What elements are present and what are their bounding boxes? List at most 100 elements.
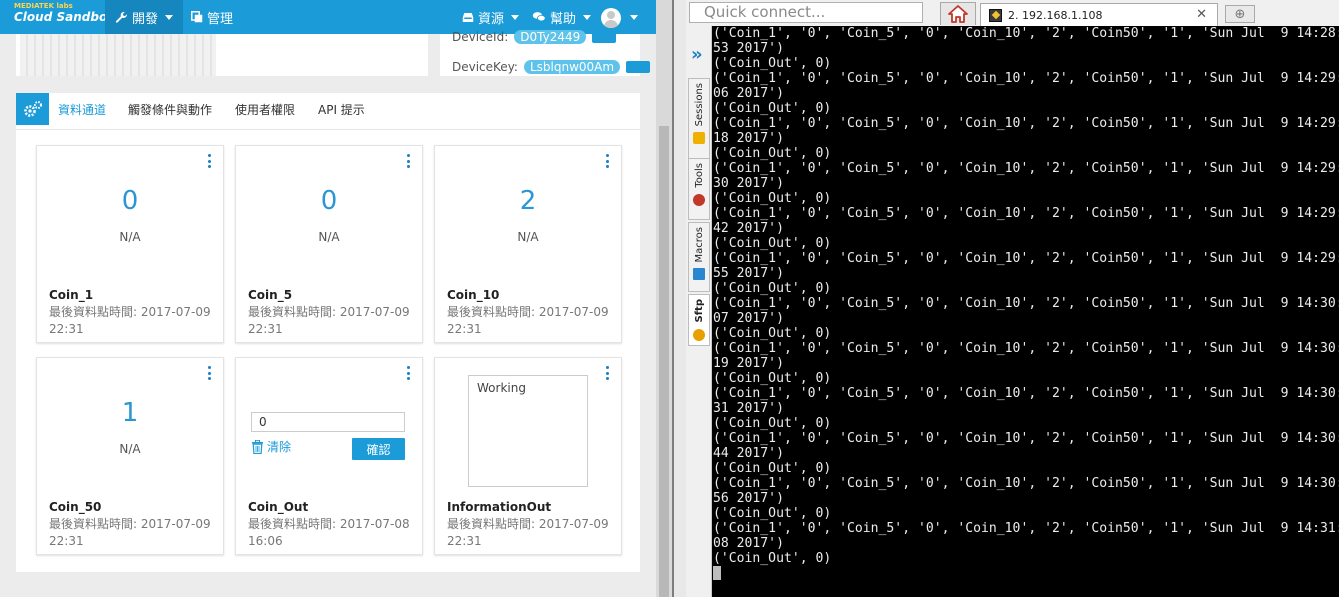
clear-label: 清除 <box>267 440 292 454</box>
logo[interactable]: MEDIATEK labs Cloud Sandbox <box>14 3 115 24</box>
gears-icon[interactable] <box>16 93 49 125</box>
confirm-button[interactable]: 確認 <box>352 438 405 460</box>
star-icon <box>693 132 705 145</box>
terminal-line: ('Coin_Out', 0) <box>713 281 832 296</box>
channel-last-update: 最後資料點時間: 2017-07-08 16:06 <box>248 517 410 548</box>
wrench-icon <box>115 11 127 23</box>
kebab-menu-icon[interactable] <box>208 154 212 168</box>
terminal-line: ('Coin_Out', 0) <box>713 236 832 251</box>
tab-data-channels[interactable]: 資料通道 <box>58 93 106 125</box>
terminal-line: ('Coin_Out', 0) <box>713 326 832 341</box>
deviceid-label: DeviceId: <box>452 30 509 44</box>
double-chevron-icon[interactable]: » <box>691 44 703 65</box>
channel-last-update: 最後資料點時間: 2017-07-09 22:31 <box>447 305 609 336</box>
nav-help-menu[interactable]: 幫助 <box>522 0 601 34</box>
devicekey-label: DeviceKey: <box>452 60 518 74</box>
deviceid-row: DeviceId: D0Ty2449 <box>452 30 617 44</box>
terminal-line: 19 2017') <box>713 356 784 371</box>
channel-unit: N/A <box>119 442 141 456</box>
nav-resources-menu[interactable]: 資源 <box>452 0 529 34</box>
data-channel-grid: 0 N/A Coin_1 最後資料點時間: 2017-07-09 22:31 0… <box>16 130 640 572</box>
device-image-panel <box>16 34 428 76</box>
kebab-menu-icon[interactable] <box>208 366 212 380</box>
nav-develop-label: 開發 <box>132 11 159 27</box>
tab-api-hints[interactable]: API 提示 <box>318 93 365 125</box>
channel-name: InformationOut <box>447 500 552 514</box>
coin-out-input[interactable]: 0 <box>251 412 405 432</box>
terminal-line: 18 2017') <box>713 131 784 146</box>
device-image <box>20 34 216 76</box>
side-tab-tools[interactable]: Tools <box>688 158 710 220</box>
kebab-menu-icon[interactable] <box>407 366 411 380</box>
devicekey-row: DeviceKey: Lsblqnw00Am <box>452 60 651 74</box>
terminal-line: ('Coin_Out', 0) <box>713 551 832 566</box>
channel-unit: N/A <box>119 230 141 244</box>
kebab-menu-icon[interactable] <box>606 154 610 168</box>
channel-name: Coin_1 <box>49 288 94 302</box>
terminal-line: ('Coin_1', '0', 'Coin_5', '0', 'Coin_10'… <box>713 161 1339 176</box>
terminal-line: ('Coin_1', '0', 'Coin_5', '0', 'Coin_10'… <box>713 296 1339 311</box>
nav-help-label: 幫助 <box>550 11 577 27</box>
terminal-line: ('Coin_1', '0', 'Coin_5', '0', 'Coin_10'… <box>713 386 1339 401</box>
inbox-icon <box>462 12 474 22</box>
copy-deviceid-button[interactable] <box>592 31 617 43</box>
sftp-icon <box>693 328 705 341</box>
terminal-line: ('Coin_1', '0', 'Coin_5', '0', 'Coin_10'… <box>713 431 1339 446</box>
terminal-line: 06 2017') <box>713 86 784 101</box>
kebab-menu-icon[interactable] <box>407 154 411 168</box>
terminal-line: ('Coin_Out', 0) <box>713 416 832 431</box>
tab-triggers-actions[interactable]: 觸發條件與動作 <box>128 93 212 125</box>
device-tabs: 資料通道 觸發條件與動作 使用者權限 API 提示 <box>16 93 640 130</box>
channel-last-update: 最後資料點時間: 2017-07-09 22:31 <box>49 305 211 336</box>
top-navbar: MEDIATEK labs Cloud Sandbox 開發 管理 資源 幫助 <box>0 0 672 34</box>
new-tab-button[interactable]: ⊕ <box>1225 5 1255 23</box>
device-keys-panel: DeviceId: D0Ty2449 DeviceKey: Lsblqnw00A… <box>440 30 651 76</box>
devicekey-value: Lsblqnw00Am <box>523 60 621 74</box>
information-text-display: Working <box>468 375 588 487</box>
quick-connect-input[interactable]: Quick connect... <box>689 2 923 23</box>
nav-manage-label: 管理 <box>207 11 234 27</box>
terminal-line: 44 2017') <box>713 446 784 461</box>
side-tab-sessions[interactable]: Sessions <box>688 78 710 166</box>
chevron-down-icon <box>165 14 174 20</box>
kebab-menu-icon[interactable] <box>606 366 610 380</box>
terminal-line: ('Coin_1', '0', 'Coin_5', '0', 'Coin_10'… <box>713 26 1339 41</box>
channel-card-coin-5: 0 N/A Coin_5 最後資料點時間: 2017-07-09 22:31 <box>235 145 423 343</box>
terminal-line: ('Coin_Out', 0) <box>713 146 832 161</box>
side-tab-sftp[interactable]: Sftp <box>688 294 710 346</box>
terminal-line: ('Coin_Out', 0) <box>713 101 832 116</box>
tab-user-permissions[interactable]: 使用者權限 <box>235 93 295 125</box>
copy-devicekey-button[interactable] <box>626 61 651 73</box>
close-icon[interactable]: ✕ <box>1196 7 1207 22</box>
scrollbar-thumb[interactable] <box>659 126 669 597</box>
home-icon <box>948 5 968 23</box>
terminal-output[interactable]: ('Coin_1', '0', 'Coin_5', '0', 'Coin_10'… <box>712 26 1339 597</box>
side-tab-macros[interactable]: Macros <box>688 222 710 292</box>
terminal-side-toolbar: » Sessions Tools Macros Sftp <box>686 26 712 597</box>
terminal-line: ('Coin_1', '0', 'Coin_5', '0', 'Coin_10'… <box>713 206 1339 221</box>
nav-manage[interactable]: 管理 <box>181 0 243 34</box>
session-tab[interactable]: 2. 192.168.1.108 ✕ <box>980 3 1218 26</box>
channel-unit: N/A <box>318 230 340 244</box>
window-split-divider[interactable] <box>672 0 686 597</box>
channel-last-update: 最後資料點時間: 2017-07-09 22:31 <box>248 305 410 336</box>
user-avatar-icon[interactable] <box>601 8 621 28</box>
terminal-line: ('Coin_Out', 0) <box>713 191 832 206</box>
terminal-session-icon <box>989 8 1002 22</box>
terminal-line: 31 2017') <box>713 401 784 416</box>
clear-button[interactable]: 清除 <box>251 438 291 455</box>
page-scrollbar[interactable] <box>656 0 672 597</box>
nav-develop-menu[interactable]: 開發 <box>105 0 184 34</box>
macro-icon <box>693 268 705 281</box>
terminal-line: 56 2017') <box>713 491 784 506</box>
channel-name: Coin_5 <box>248 288 293 302</box>
channel-name: Coin_10 <box>447 288 500 302</box>
home-tab[interactable] <box>940 2 976 25</box>
mcs-console-pane: MEDIATEK labs Cloud Sandbox 開發 管理 資源 幫助 <box>0 0 672 597</box>
channel-value: 0 <box>320 186 338 216</box>
account-chevron-down-icon[interactable] <box>630 15 638 20</box>
channel-unit: N/A <box>517 230 539 244</box>
terminal-line: 30 2017') <box>713 176 784 191</box>
terminal-cursor <box>713 566 721 580</box>
channel-card-information-out: Working InformationOut 最後資料點時間: 2017-07-… <box>434 357 622 555</box>
